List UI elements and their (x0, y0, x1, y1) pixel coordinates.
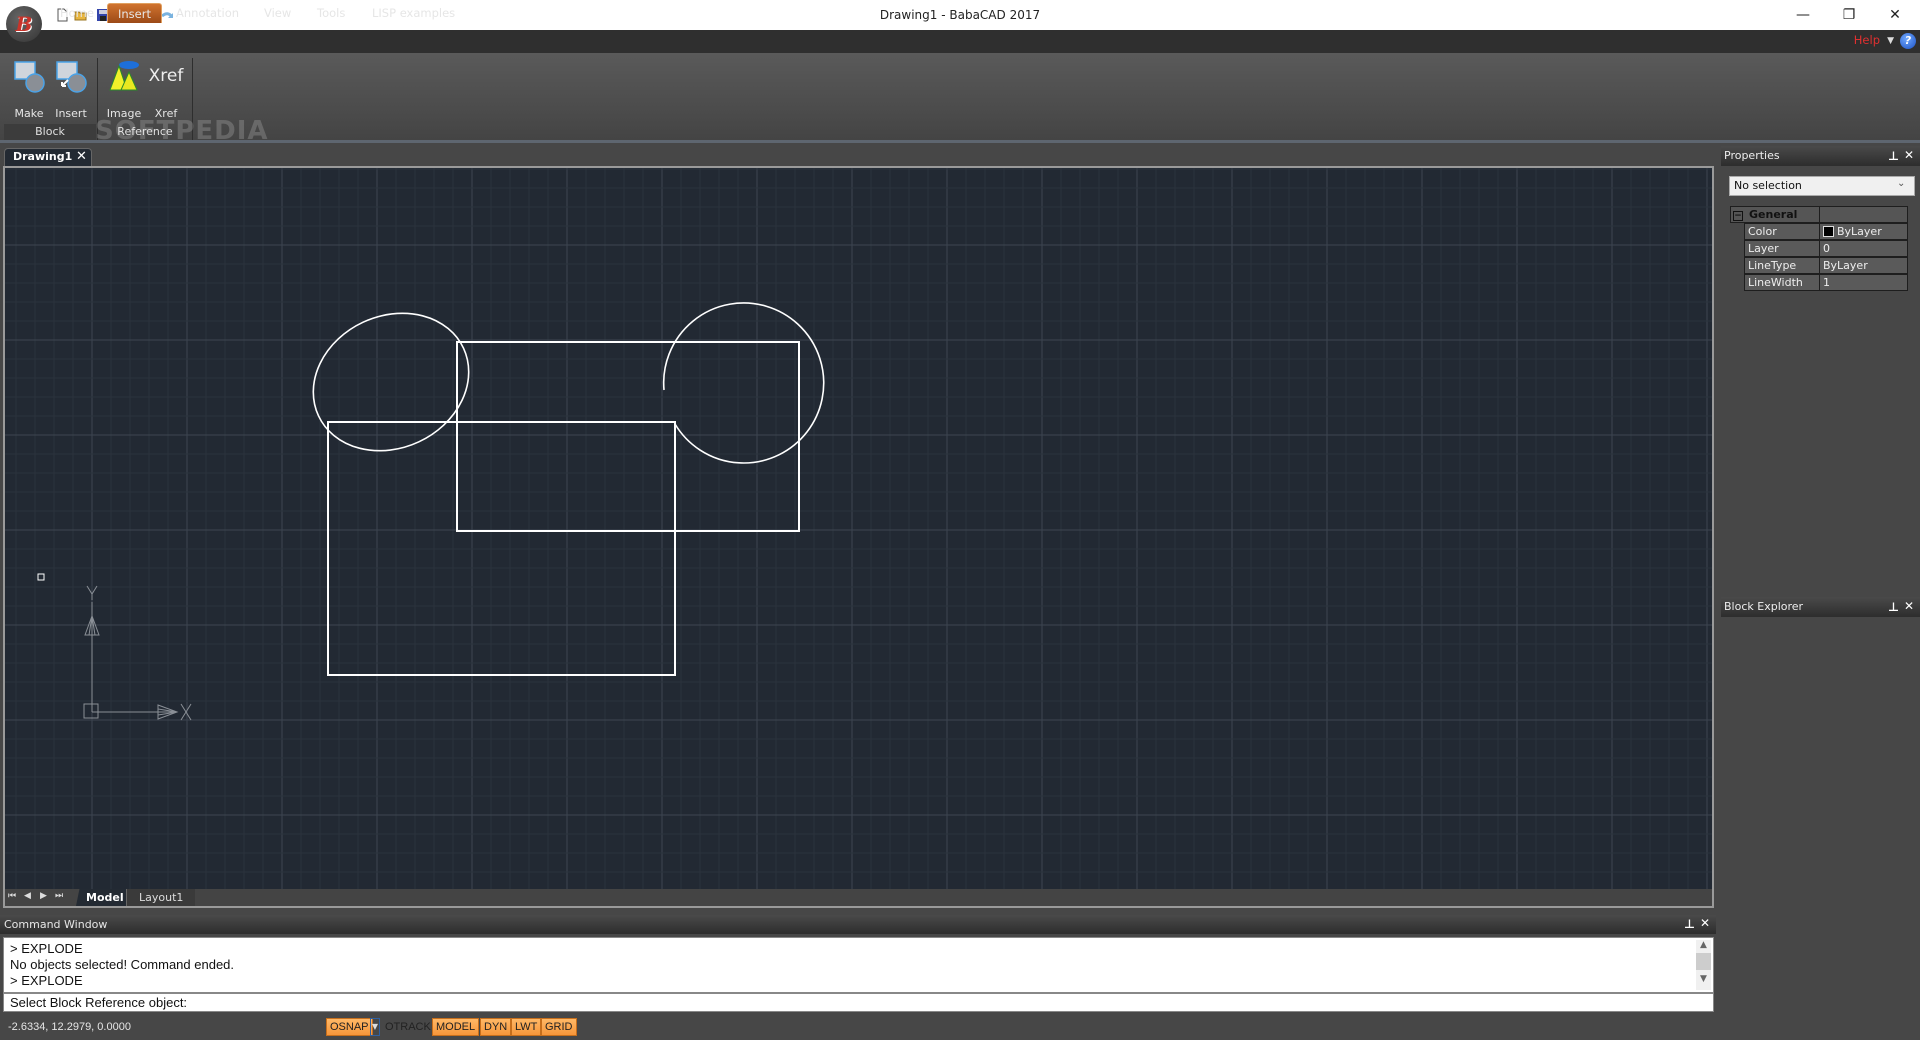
cursor-pickbox (37, 573, 45, 581)
color-swatch (1823, 226, 1834, 237)
tab-view[interactable]: View (254, 3, 301, 23)
ellipse-entity[interactable] (291, 288, 492, 475)
tab-lisp-examples[interactable]: LISP examples (362, 3, 465, 23)
ribbon-tab-bar (0, 30, 1920, 53)
command-history-scrollbar[interactable]: ▲ ▼ (1696, 940, 1711, 990)
tab-annotation[interactable]: Annotation (166, 3, 249, 23)
command-window-title: Command Window (4, 918, 108, 931)
property-value[interactable]: 0 (1820, 240, 1908, 257)
property-key: LineWidth (1744, 274, 1820, 291)
close-button[interactable]: ✕ (1872, 0, 1918, 30)
ucs-x-label: X (185, 723, 186, 725)
xref-button[interactable]: Xref Xref (146, 60, 186, 120)
property-value[interactable]: 1 (1820, 274, 1908, 291)
scroll-thumb[interactable] (1696, 953, 1711, 970)
insert-block-button[interactable]: Insert (51, 60, 91, 120)
drawing-canvas[interactable]: Y X (3, 166, 1714, 908)
app-logo-icon: B (15, 12, 33, 36)
tab-layout1[interactable]: Layout1 (126, 889, 196, 906)
minimize-button[interactable]: — (1780, 0, 1826, 30)
scroll-up-icon[interactable]: ▲ (1696, 940, 1711, 953)
property-row-layer[interactable]: Layer 0 (1730, 240, 1908, 257)
tab-insert[interactable]: Insert (107, 3, 162, 23)
make-block-button[interactable]: Make (9, 60, 49, 120)
restore-button[interactable]: ❐ (1826, 0, 1872, 30)
command-history[interactable]: > EXPLODE No objects selected! Command e… (3, 937, 1714, 993)
tab-tools[interactable]: Tools (307, 3, 355, 23)
watermark: SOFTPEDIA (95, 116, 269, 146)
help-dropdown-arrow-icon[interactable]: ▼ (1887, 36, 1894, 46)
ribbon-panel (0, 53, 1920, 143)
command-history-line: > EXPLODE (10, 973, 83, 988)
tab-model[interactable]: Model (76, 889, 134, 906)
grid (5, 168, 1712, 906)
pin-icon[interactable]: ⊥ (1888, 149, 1899, 163)
status-bar (0, 1014, 1920, 1040)
image-icon (109, 61, 139, 91)
property-value[interactable]: ByLayer (1820, 257, 1908, 274)
command-window-header: Command Window (0, 915, 1716, 934)
property-category[interactable]: − General (1730, 206, 1908, 223)
chevron-down-icon[interactable]: ⌄ (1897, 178, 1905, 189)
block-explorer-title: Block Explorer (1724, 600, 1804, 613)
insert-label: Insert (55, 107, 87, 120)
help-icon[interactable]: ? (1900, 33, 1916, 49)
property-key: LineType (1744, 257, 1820, 274)
sheet-last-button[interactable]: ⏭ (55, 891, 63, 901)
collapse-icon[interactable]: − (1733, 211, 1743, 221)
close-icon[interactable]: ✕ (1904, 148, 1914, 162)
property-key: Color (1744, 223, 1820, 240)
property-row-color[interactable]: Color ByLayer (1730, 223, 1908, 240)
otrack-toggle[interactable]: OTRACK (381, 1018, 435, 1036)
close-icon[interactable]: ✕ (1700, 916, 1710, 930)
sheet-first-button[interactable]: ⏮ (8, 891, 16, 901)
property-row-linetype[interactable]: LineType ByLayer (1730, 257, 1908, 274)
scroll-down-icon[interactable]: ▼ (1696, 974, 1711, 987)
xref-icon: Xref (148, 66, 184, 86)
command-history-line: > EXPLODE (10, 941, 83, 956)
close-icon[interactable]: ✕ (1904, 599, 1914, 613)
property-key: Layer (1744, 240, 1820, 257)
properties-title: Properties (1724, 149, 1780, 162)
property-row-linewidth[interactable]: LineWidth 1 (1730, 274, 1908, 291)
osnap-dropdown-icon[interactable]: ▼ (370, 1018, 380, 1036)
block-make-icon (14, 61, 45, 93)
osnap-toggle[interactable]: OSNAP (326, 1018, 373, 1036)
property-grid: − General Color ByLayer Layer 0 LineType … (1730, 206, 1908, 291)
tab-home[interactable]: Home (50, 3, 104, 23)
rectangle-entity-upper[interactable] (456, 341, 800, 532)
selection-dropdown[interactable]: No selection (1729, 176, 1915, 196)
drawing-svg[interactable]: Y X (5, 168, 1712, 906)
drawing-entities (291, 288, 825, 676)
lwt-toggle[interactable]: LWT (511, 1018, 542, 1036)
pin-icon[interactable]: ⊥ (1888, 600, 1899, 614)
make-label: Make (14, 107, 44, 120)
sheet-next-button[interactable]: ▶ (40, 891, 47, 901)
image-button[interactable]: Image (104, 60, 144, 120)
app-menu-button[interactable]: B (6, 6, 42, 42)
sheet-prev-button[interactable]: ◀ (24, 891, 31, 901)
close-tab-icon[interactable]: ✕ (76, 149, 87, 164)
block-insert-icon (56, 61, 87, 93)
property-value[interactable]: ByLayer (1837, 224, 1882, 240)
help-link[interactable]: Help (1854, 33, 1880, 47)
command-history-line: No objects selected! Command ended. (10, 957, 235, 972)
grid-toggle[interactable]: GRID (541, 1018, 577, 1036)
pin-icon[interactable]: ⊥ (1684, 917, 1695, 931)
category-label: General (1749, 208, 1798, 221)
coordinate-readout: -2.6334, 12.2979, 0.0000 (8, 1021, 131, 1033)
command-input[interactable]: Select Block Reference object: (3, 993, 1714, 1012)
ribbon-group-block-label: Block (4, 124, 96, 140)
sheet-tab-bar (5, 889, 1712, 906)
dyn-toggle[interactable]: DYN (480, 1018, 512, 1036)
model-toggle[interactable]: MODEL (432, 1018, 480, 1036)
